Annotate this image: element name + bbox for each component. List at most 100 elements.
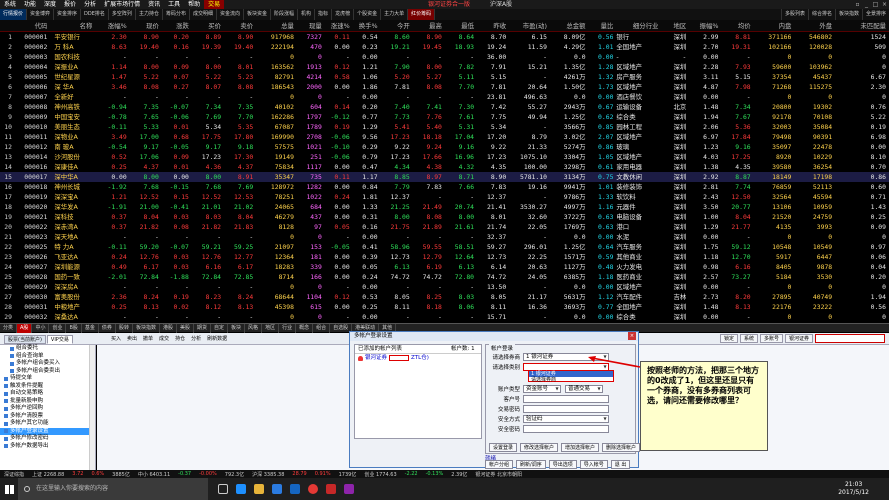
table-row[interactable]: 13 000014 沙河股份 0.52 17.06 0.09 17.23 17.30 19149…	[0, 152, 889, 162]
client-no-input[interactable]	[523, 395, 609, 403]
table-row[interactable]: 27 000030 富奥股份 2.36 8.24 0.19 8.23 8.24 68644 110…	[0, 292, 889, 302]
browser-icon[interactable]	[304, 478, 322, 500]
trade-right-button[interactable]: 锁定	[719, 334, 738, 343]
column-header[interactable]: 现价	[129, 20, 162, 32]
table-row[interactable]: 3 000003 国农科技 - - - - -0 0-0.00- - -36.00-0.0 0.00-…	[0, 52, 889, 62]
toolbar-right-button[interactable]: 综合排名	[807, 9, 835, 20]
table-row[interactable]: 29 000032 深桑达A - - - - - 0 0 - 0.00 - - - 15.71 - 0.0 0.00…	[0, 312, 889, 322]
tree-item[interactable]: 多帐户逆回购	[0, 405, 95, 413]
table-row[interactable]: 1 000001 平安银行 2.30 8.90 0.20 8.89 8.90 917968 732…	[0, 31, 889, 42]
dialog-close-icon[interactable]: ×	[628, 332, 636, 340]
trade-mode-tab[interactable]: 股票(当前账户)	[4, 335, 46, 344]
security-mode-select[interactable]: 验证码 ▼	[523, 415, 609, 423]
market-tab[interactable]: 中小	[32, 323, 50, 333]
market-tab[interactable]: 板块指数	[133, 323, 160, 333]
column-header[interactable]: 昨收	[477, 20, 510, 32]
close-icon[interactable]: ×	[880, 0, 889, 9]
market-tab[interactable]: 创业	[49, 323, 67, 333]
toolbar-button[interactable]: 资金排序	[54, 9, 82, 20]
account-type-select[interactable]: 资金账号 ▼	[523, 385, 561, 393]
edge-icon[interactable]	[232, 478, 250, 500]
tree-item[interactable]: 待提交单	[0, 375, 95, 383]
toolbar-button[interactable]: 阶段涨幅	[271, 9, 299, 20]
table-row[interactable]: 22 000025 特 力A -0.11 59.20 -0.07 59.21 59.25 210…	[0, 242, 889, 252]
column-header[interactable]: 最高	[412, 20, 445, 32]
table-row[interactable]: 17 000019 深深宝A 1.21 12.52 0.15 12.52 12.53 78251…	[0, 192, 889, 202]
trade-password-input[interactable]	[523, 405, 609, 413]
toolbar-button[interactable]: 资金流向	[217, 9, 244, 20]
trade-type-select[interactable]: 普通交易 ▼	[565, 385, 603, 393]
table-row[interactable]: 25 000028 国药一致 -2.01 72.84 -1.88 72.84 72.85 871…	[0, 272, 889, 282]
market-tab[interactable]: 组合	[313, 323, 331, 333]
menu-item[interactable]: 帮助	[184, 0, 204, 9]
column-header[interactable]: 地区	[661, 20, 690, 32]
tree-item[interactable]: 多帐户其它功能	[0, 420, 95, 428]
tree-item[interactable]: 自动交易策略	[0, 390, 95, 398]
table-row[interactable]: 19 000021 深科技 0.37 8.04 0.03 8.03 8.04 46279 437 0…	[0, 212, 889, 222]
table-row[interactable]: 14 000016 深康佳A 0.25 4.37 0.01 4.36 4.37 75834 111…	[0, 162, 889, 172]
dialog-bottom-button[interactable]: 导入帐号	[579, 460, 608, 469]
table-row[interactable]: 7 000007 全新好 - - - - -0 0-0.00- - -23.81 496.63 0.0 0…	[0, 92, 889, 102]
toolbar-button[interactable]: 主力持仓	[136, 9, 163, 20]
market-tab[interactable]: 港股	[160, 323, 177, 333]
column-header[interactable]: 现量	[296, 20, 325, 32]
table-row[interactable]: 21 000023 深天地A - - - - - 0 0 - 0.00 - - - 32.37 - 0.0 0.00…	[0, 232, 889, 242]
toolbar-button[interactable]: 机构	[298, 9, 316, 20]
market-tab[interactable]: 分类	[0, 323, 18, 333]
market-tab[interactable]: 行业	[279, 323, 297, 333]
windows-start-icon[interactable]	[0, 478, 18, 500]
market-tab[interactable]: 地区	[262, 323, 280, 333]
trade-action-button[interactable]: 卖出	[124, 334, 140, 344]
explorer-icon[interactable]	[250, 478, 268, 500]
table-row[interactable]: 8 000008 神州高铁 -0.94 7.35 -0.07 7.34 7.35 40102 60…	[0, 102, 889, 112]
market-tab[interactable]: 板块	[228, 323, 246, 333]
column-header[interactable]: 买价	[191, 20, 225, 32]
toolbar-button[interactable]: 红价筹码	[408, 9, 436, 20]
tree-item[interactable]: 组合委托	[0, 345, 95, 353]
column-header[interactable]: 卖价	[224, 20, 257, 32]
restore-icon[interactable]: ▫	[853, 0, 862, 9]
toolbar-button[interactable]: 龙虎榜	[332, 9, 355, 20]
dialog-bottom-button[interactable]: 刷新/调序	[516, 460, 546, 469]
stock-app-icon[interactable]	[322, 478, 340, 500]
tree-scrollbar[interactable]	[89, 345, 95, 470]
column-header[interactable]: 换手%	[352, 20, 381, 32]
table-row[interactable]: 15 000017 深中华A 0.00 8.00 0.00 8.00 8.91 35347 735…	[0, 171, 889, 182]
trade-action-button[interactable]: 买入	[108, 334, 124, 344]
dialog-bottom-button[interactable]: 帐户分组	[485, 460, 514, 469]
table-row[interactable]: 5 000005 世纪星源 1.47 5.22 0.07 5.22 5.23 82791 4214…	[0, 72, 889, 82]
toolbar-button[interactable]: 指标	[315, 9, 333, 20]
table-row[interactable]: 28 000031 中粮地产 0.25 8.13 0.02 8.12 8.13 45398 615…	[0, 302, 889, 312]
menu-item[interactable]: 报价	[60, 0, 80, 9]
account-action-button[interactable]: 增加选择帐户	[561, 443, 600, 452]
column-header[interactable]: 名称	[50, 20, 96, 32]
column-header[interactable]: 均价	[721, 20, 754, 32]
table-row[interactable]: 12 000012 南 玻A -0.54 9.17 -0.05 9.17 9.18 57575 1…	[0, 142, 889, 152]
market-tab[interactable]: 风格	[245, 323, 263, 333]
dialog-bottom-button[interactable]: 退 出	[610, 460, 631, 469]
menu-trade[interactable]: 交易	[204, 0, 225, 9]
column-header[interactable]: 代码	[15, 20, 51, 32]
menu-item[interactable]: 扩展市场行情	[100, 0, 144, 9]
column-header[interactable]: 最低	[444, 20, 478, 32]
table-row[interactable]: 4 000004 深振业A 1.14 8.00 0.09 8.00 8.01 163562 191…	[0, 62, 889, 72]
column-header[interactable]: 总量	[256, 20, 297, 32]
table-row[interactable]: 10 000010 美丽生态 -0.11 5.33 0.01 5.34 5.35 67087 17…	[0, 122, 889, 132]
tree-item[interactable]: 组合查询单	[0, 353, 95, 361]
table-row[interactable]: 20 000022 深赤湾A 0.37 21.82 0.08 21.82 21.83 8128 9…	[0, 222, 889, 232]
account-action-button[interactable]: 修改选择帐户	[520, 443, 559, 452]
account-item[interactable]: 银河证券 ZTL仓)	[355, 354, 481, 362]
trade-right-button[interactable]: 银河证券	[784, 334, 813, 343]
clock[interactable]: 21:03 2017/5/12	[838, 481, 869, 497]
toolbar-button[interactable]: 成交明细	[190, 9, 217, 20]
dropdown-option-placeholder[interactable]: 请选择券商	[529, 377, 613, 383]
notes-icon[interactable]	[340, 478, 358, 500]
column-header[interactable]: 涨幅%	[95, 20, 130, 32]
market-tab[interactable]: B股	[66, 323, 82, 333]
table-row[interactable]: 16 000018 神州长城 -1.92 7.68 -0.15 7.68 7.69 128972…	[0, 182, 889, 192]
menu-item[interactable]: 深度	[40, 0, 60, 9]
market-tab[interactable]: 期货	[194, 323, 212, 333]
table-row[interactable]: 9 000009 中国宝安 -0.78 7.65 -0.06 7.69 7.70 162286 1…	[0, 112, 889, 122]
toolbar-button[interactable]: 资金博弈	[27, 9, 55, 20]
trade-action-button[interactable]: 持仓	[172, 334, 188, 344]
